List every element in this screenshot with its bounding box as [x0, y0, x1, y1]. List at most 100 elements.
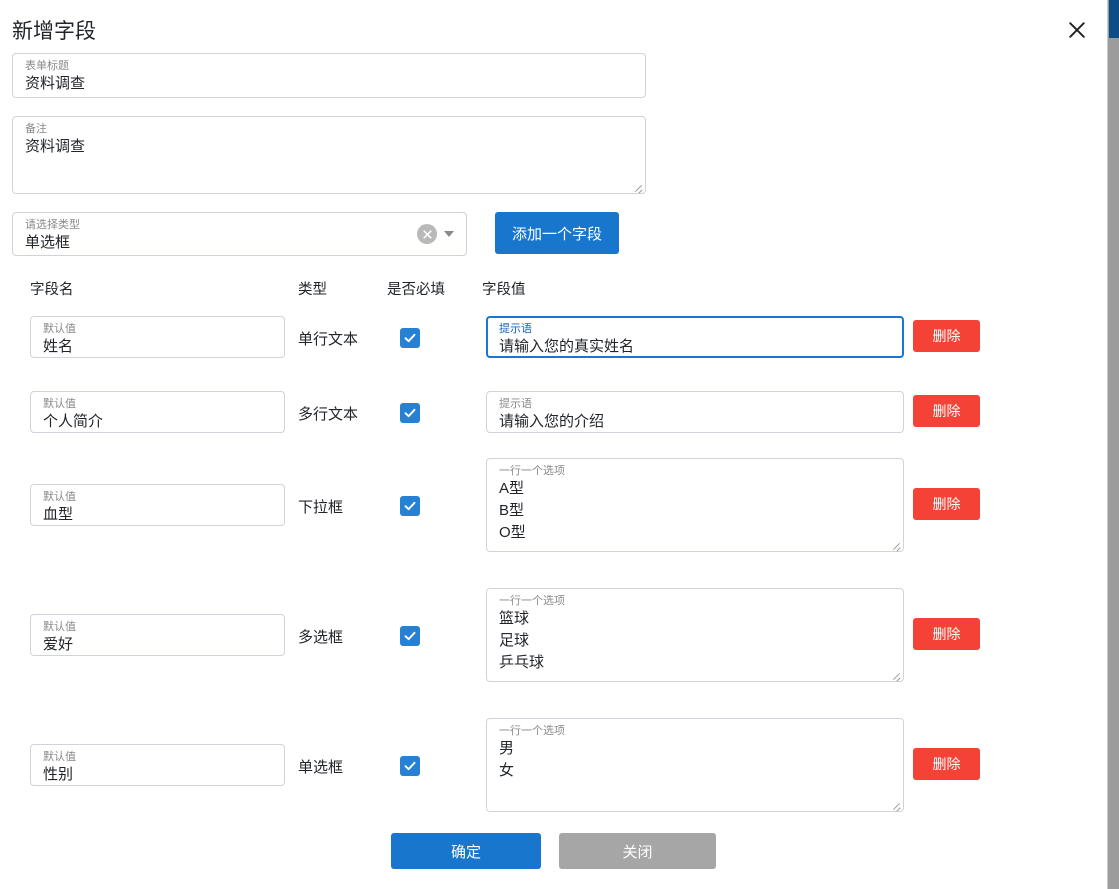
field-name-input-3[interactable]: 默认值 爱好 [30, 614, 285, 656]
table-row: 默认值 血型 下拉框 一行一个选项 A型 B型 O型 删除 [12, 458, 1095, 588]
required-checkbox-0[interactable] [400, 328, 420, 348]
cell-field-name: 默认值 爱好 [30, 614, 285, 656]
table-header-row: 字段名 类型 是否必填 字段值 [12, 278, 1095, 308]
field-value-label: 提示语 [499, 398, 532, 410]
cell-field-required [400, 496, 420, 516]
field-name-label: 默认值 [43, 751, 76, 763]
column-header-type: 类型 [298, 282, 327, 298]
field-value-text: A型 B型 O型 [499, 480, 526, 541]
cell-field-value: 提示语请输入您的介绍 [486, 391, 904, 433]
cell-field-value: 一行一个选项篮球 足球 乒乓球 [486, 588, 904, 682]
form-title-value: 资料调查 [25, 75, 86, 92]
field-name-label: 默认值 [43, 398, 76, 410]
cell-field-name: 默认值 个人简介 [30, 391, 285, 433]
form-remark-textarea[interactable]: 备注 资料调查 [12, 116, 646, 194]
field-name-value: 爱好 [43, 636, 74, 653]
field-value-input-3[interactable]: 一行一个选项篮球 足球 乒乓球 [486, 588, 904, 682]
confirm-button[interactable]: 确定 [391, 833, 541, 869]
required-checkbox-2[interactable] [400, 496, 420, 516]
chevron-down-icon[interactable] [444, 231, 454, 237]
field-name-input-1[interactable]: 默认值 个人简介 [30, 391, 285, 433]
resize-handle-icon[interactable] [889, 798, 901, 810]
close-icon [1068, 21, 1086, 39]
type-select[interactable]: 请选择类型 单选框 [12, 212, 467, 256]
table-row: 默认值 姓名 单行文本 提示语 请输入您的真实姓名 删除 [12, 308, 1095, 383]
cell-delete: 删除 [913, 320, 980, 352]
cell-field-name: 默认值 血型 [30, 484, 285, 526]
add-field-button[interactable]: 添加一个字段 [495, 212, 620, 254]
column-header-value: 字段值 [482, 282, 526, 298]
cell-field-type: 下拉框 [298, 499, 344, 516]
cell-delete: 删除 [913, 748, 980, 780]
field-value-label: 提示语 [499, 323, 532, 335]
cell-field-name: 默认值 性别 [30, 744, 285, 786]
delete-row-button-2[interactable]: 删除 [913, 488, 980, 520]
form-remark-label: 备注 [25, 123, 47, 135]
cell-field-required [400, 626, 420, 646]
required-checkbox-3[interactable] [400, 626, 420, 646]
clear-circle-icon[interactable] [417, 224, 437, 244]
cell-field-value: 一行一个选项 A型 B型 O型 [486, 458, 904, 552]
delete-row-button-4[interactable]: 删除 [913, 748, 980, 780]
field-value-input-0[interactable]: 提示语请输入您的真实姓名 [486, 316, 904, 358]
field-name-input-2[interactable]: 默认值 血型 [30, 484, 285, 526]
cell-delete: 删除 [913, 395, 980, 427]
required-checkbox-1[interactable] [400, 403, 420, 423]
field-value-input-4[interactable]: 一行一个选项男 女 [486, 718, 904, 812]
field-value-input-2[interactable]: 一行一个选项 A型 B型 O型 [486, 458, 904, 552]
field-name-value: 姓名 [43, 338, 74, 355]
close-button[interactable] [1063, 16, 1091, 44]
cell-field-type: 多选框 [298, 629, 344, 646]
page-scrollbar[interactable] [1107, 0, 1119, 889]
delete-row-button-1[interactable]: 删除 [913, 395, 980, 427]
field-value-label: 一行一个选项 [499, 725, 565, 737]
cell-field-type: 单行文本 [298, 331, 359, 348]
table-row: 默认值 性别 单选框 一行一个选项男 女删除 [12, 718, 1095, 848]
cell-field-required [400, 403, 420, 423]
field-value-text: 请输入您的介绍 [499, 413, 605, 430]
field-name-label: 默认值 [43, 621, 76, 633]
table-row: 默认值 爱好 多选框 一行一个选项 篮球 足球 乒乓球 删除 [12, 588, 1095, 718]
column-header-required: 是否必填 [387, 282, 445, 298]
delete-row-button-3[interactable]: 删除 [913, 618, 980, 650]
field-name-label: 默认值 [43, 491, 76, 503]
type-select-value: 单选框 [25, 234, 71, 251]
cell-field-type: 单选框 [298, 759, 344, 776]
cell-delete: 删除 [913, 618, 980, 650]
cell-field-value: 一行一个选项男 女 [486, 718, 904, 812]
field-value-input-1[interactable]: 提示语请输入您的介绍 [486, 391, 904, 433]
dialog-header: 新增字段 [0, 0, 1107, 48]
form-title-input[interactable]: 表单标题 资料调查 [12, 53, 646, 98]
field-value-label: 一行一个选项 [499, 595, 565, 607]
field-name-input-0[interactable]: 默认值 姓名 [30, 316, 285, 358]
dialog-footer: 确定 关闭 [0, 833, 1107, 869]
field-rows: 默认值 姓名 单行文本 提示语 请输入您的真实姓名 删除 默认值 个人简介 多行文本 提示语 请输入… [12, 308, 1095, 848]
dialog-body: 表单标题 资料调查 备注 资料调查 请选择类型 单选框 添加一个字段 字段名 类… [0, 53, 1107, 848]
field-name-value: 性别 [43, 766, 74, 783]
cell-field-name: 默认值 姓名 [30, 316, 285, 358]
select-icons [417, 213, 458, 255]
type-select-label: 请选择类型 [25, 219, 80, 231]
field-name-label: 默认值 [43, 323, 76, 335]
cell-field-value: 提示语请输入您的真实姓名 [486, 316, 904, 358]
close-dialog-button[interactable]: 关闭 [559, 833, 716, 869]
page-scrollbar-thumb[interactable] [1109, 0, 1119, 38]
cell-field-type: 多行文本 [298, 406, 359, 423]
table-row: 默认值 个人简介 多行文本 提示语 请输入您的介绍 删除 [12, 383, 1095, 458]
required-checkbox-4[interactable] [400, 756, 420, 776]
field-value-text: 请输入您的真实姓名 [499, 338, 635, 355]
field-name-input-4[interactable]: 默认值 性别 [30, 744, 285, 786]
type-select-row: 请选择类型 单选框 添加一个字段 [12, 212, 1095, 256]
field-value-label: 一行一个选项 [499, 465, 565, 477]
cell-field-required [400, 328, 420, 348]
resize-handle-icon[interactable] [631, 180, 643, 192]
field-name-value: 血型 [43, 506, 74, 523]
field-value-text: 篮球 足球 乒乓球 [499, 610, 545, 671]
delete-row-button-0[interactable]: 删除 [913, 320, 980, 352]
field-name-value: 个人简介 [43, 413, 104, 430]
form-title-label: 表单标题 [25, 60, 69, 72]
cell-field-required [400, 756, 420, 776]
page-title: 新增字段 [12, 20, 96, 43]
add-field-dialog: 新增字段 表单标题 资料调查 备注 资料调查 请选择类型 单选框 添加一个字段 … [0, 0, 1107, 889]
column-header-name: 字段名 [30, 282, 74, 298]
